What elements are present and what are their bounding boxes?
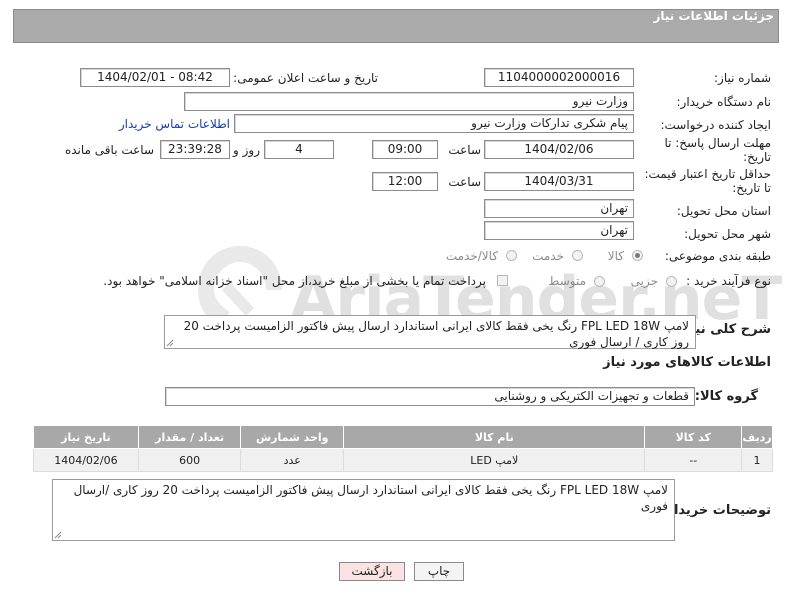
panel-title: جزئیات اطلاعات نیاز	[653, 9, 774, 23]
purchase-type-label: نوع فرآیند خرید :	[686, 274, 771, 288]
need-number-field[interactable]: 1104000002000016	[484, 68, 634, 87]
price-validity-date-field[interactable]: 1404/03/31	[484, 172, 634, 191]
buyer-contact-link[interactable]: اطلاعات تماس خریدار	[119, 117, 230, 131]
goods-info-title: اطلاعات کالاهای مورد نیاز	[603, 355, 771, 370]
buyer-org-label: نام دستگاه خریدار:	[676, 95, 772, 109]
days-label: روز و	[233, 143, 260, 157]
description-resize-icon[interactable]	[166, 339, 174, 347]
items-table: ردیف کد کالا نام کالا واحد شمارش تعداد /…	[33, 425, 773, 472]
reply-deadline-label-1: مهلت ارسال پاسخ: تا	[664, 136, 771, 150]
purchase-radio-partial[interactable]	[666, 276, 677, 287]
requester-label: ایجاد کننده درخواست:	[660, 118, 771, 132]
col-name: نام کالا	[343, 425, 646, 449]
cell-row: 1	[741, 448, 773, 472]
announce-field[interactable]: 1404/02/01 - 08:42	[80, 68, 230, 87]
purchase-radio-medium[interactable]	[594, 276, 605, 287]
category-option-goods-service: کالا/خدمت	[445, 249, 498, 263]
cell-code: --	[644, 448, 743, 472]
back-button[interactable]: بازگشت	[339, 562, 405, 581]
buyer-notes-resize-icon[interactable]	[54, 531, 62, 539]
category-option-service: خدمت	[532, 249, 564, 263]
goods-group-field[interactable]: قطعات و تجهیزات الکتریکی و روشنایی	[165, 387, 695, 406]
cell-unit: عدد	[240, 448, 345, 472]
category-radio-service[interactable]	[572, 250, 583, 261]
col-unit: واحد شمارش	[240, 425, 345, 449]
price-validity-time-label: ساعت	[448, 175, 481, 189]
category-option-goods: کالا	[607, 249, 624, 263]
description-textarea[interactable]: لامپ FPL LED 18W رنگ یخی فقط کالای ایران…	[164, 315, 696, 349]
cell-name: لامپ LED	[343, 448, 646, 472]
city-field[interactable]: تهران	[484, 221, 634, 240]
treasury-payment-text: پرداخت تمام یا بخشی از مبلغ خرید،از محل …	[103, 274, 486, 288]
remaining-label: ساعت باقی مانده	[64, 143, 154, 157]
requester-field[interactable]: پیام شکری تدارکات وزارت نیرو	[234, 114, 634, 133]
col-code: کد کالا	[644, 425, 743, 449]
cell-qty: 600	[137, 448, 242, 472]
buyer-notes-label: توضیحات خریدار:	[661, 503, 771, 518]
col-qty: تعداد / مقدار	[137, 425, 242, 449]
table-row[interactable]: 1 -- لامپ LED عدد 600 1404/02/06	[33, 448, 773, 472]
col-row: ردیف	[741, 425, 773, 449]
reply-time-label: ساعت	[448, 143, 481, 157]
print-button[interactable]: چاپ	[414, 562, 464, 581]
cell-date: 1404/02/06	[33, 448, 139, 472]
price-validity-label-1: حداقل تاریخ اعتبار قیمت:	[644, 167, 771, 181]
need-number-label: شماره نیاز:	[714, 71, 771, 85]
category-radio-goods[interactable]	[632, 250, 643, 261]
items-table-header: ردیف کد کالا نام کالا واحد شمارش تعداد /…	[33, 425, 773, 449]
buyer-org-field[interactable]: وزارت نیرو	[184, 92, 634, 111]
goods-group-label: گروه کالا:	[694, 389, 758, 404]
buyer-notes-textarea[interactable]: لامپ FPL LED 18W رنگ یخی فقط کالای ایران…	[52, 479, 675, 541]
province-field[interactable]: تهران	[484, 199, 634, 218]
treasury-payment-checkbox[interactable]	[497, 275, 508, 286]
purchase-option-medium: متوسط	[548, 274, 586, 288]
province-label: استان محل تحویل:	[676, 204, 771, 218]
announce-label: تاریخ و ساعت اعلان عمومی:	[233, 71, 378, 85]
category-label: طبقه بندی موضوعی:	[664, 249, 771, 263]
price-validity-time-field[interactable]: 12:00	[372, 172, 438, 191]
purchase-option-partial: جزیی	[630, 274, 658, 288]
reply-deadline-label-2: تاریخ:	[743, 150, 771, 164]
reply-time-field[interactable]: 09:00	[372, 140, 438, 159]
category-radio-goods-service[interactable]	[506, 250, 517, 261]
city-label: شهر محل تحویل:	[684, 227, 771, 241]
price-validity-label-2: تا تاریخ:	[732, 181, 771, 195]
reply-date-field[interactable]: 1404/02/06	[484, 140, 634, 159]
remaining-time-field[interactable]: 23:39:28	[160, 140, 230, 159]
col-date: تاریخ نیاز	[33, 425, 139, 449]
remaining-days-field[interactable]: 4	[264, 140, 334, 159]
